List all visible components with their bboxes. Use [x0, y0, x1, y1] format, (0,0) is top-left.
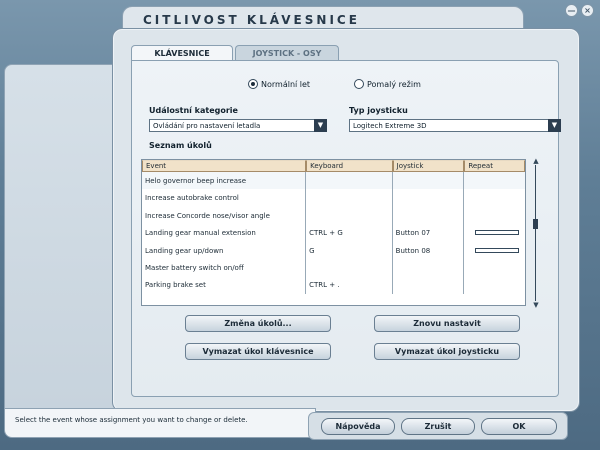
- joystick-type-select[interactable]: Logitech Extreme 3D ▼: [349, 119, 561, 132]
- clear-keyboard-task-button[interactable]: Vymazat úkol klávesnice: [185, 343, 331, 360]
- slow-mode-label: Pomalý režim: [367, 79, 421, 89]
- repeat-cell: [464, 189, 525, 206]
- scroll-down-icon[interactable]: ▼: [532, 301, 540, 309]
- column-keyboard[interactable]: Keyboard: [306, 160, 393, 172]
- keyboard-cell: CTRL + G: [306, 224, 393, 242]
- keyboard-panel: Normální let Pomalý režim Událostní kate…: [131, 60, 561, 397]
- ok-button[interactable]: OK: [481, 418, 557, 435]
- table-body: Helo governor beep increase Increase auto…: [142, 172, 525, 294]
- chevron-down-icon[interactable]: ▼: [314, 119, 327, 132]
- normal-flight-radio[interactable]: Normální let: [248, 79, 310, 89]
- keyboard-cell: [306, 206, 393, 225]
- table-row[interactable]: Landing gear up/down G Button 08: [142, 241, 525, 259]
- joystick-cell: Button 07: [393, 224, 465, 242]
- column-joystick[interactable]: Joystick: [392, 160, 465, 172]
- table-scrollbar[interactable]: ▲ ▼: [532, 157, 540, 309]
- table-row[interactable]: Increase Concorde nose/visor angle: [142, 206, 525, 225]
- event-cell: Increase Concorde nose/visor angle: [142, 206, 307, 225]
- event-cell: Helo governor beep increase: [142, 172, 307, 190]
- repeat-cell: [464, 172, 525, 189]
- keyboard-cell: [306, 172, 393, 190]
- radio-dot: [354, 79, 364, 89]
- scroll-track: [535, 165, 536, 301]
- help-button[interactable]: Nápověda: [321, 418, 395, 435]
- joystick-cell: [393, 206, 465, 225]
- repeat-slider[interactable]: [475, 230, 520, 236]
- event-cell: Landing gear manual extension: [142, 224, 307, 242]
- repeat-cell: [464, 276, 525, 293]
- joystick-cell: [393, 276, 465, 294]
- table-row[interactable]: Landing gear manual extension CTRL + G But…: [142, 224, 525, 242]
- repeat-cell: [464, 259, 525, 276]
- table-row[interactable]: Parking brake set CTRL + .: [142, 276, 525, 294]
- keyboard-sensitivity-dialog: KLÁVESNICE JOYSTICK - OSY Normální let P…: [112, 28, 580, 412]
- reset-button[interactable]: Znovu nastavit: [374, 315, 520, 332]
- status-text: Select the event whose assignment you wa…: [15, 416, 248, 424]
- event-cell: Master battery switch on/off: [142, 258, 307, 277]
- repeat-slider[interactable]: [475, 247, 520, 253]
- category-label: Událostní kategorie: [149, 106, 238, 115]
- table-row[interactable]: Master battery switch on/off: [142, 258, 525, 277]
- joystick-type-value: Logitech Extreme 3D: [353, 122, 427, 130]
- category-select[interactable]: Ovládání pro nastavení letadla ▼: [149, 119, 327, 132]
- joystick-cell: [393, 172, 465, 190]
- cancel-button[interactable]: Zrušit: [401, 418, 475, 435]
- joystick-cell: [393, 258, 465, 277]
- repeat-cell: [464, 242, 525, 259]
- table-header: Event Keyboard Joystick Repeat: [142, 160, 525, 172]
- repeat-cell: [464, 224, 525, 241]
- repeat-cell: [464, 207, 525, 224]
- change-task-button[interactable]: Změna úkolů...: [185, 315, 331, 332]
- event-cell: Parking brake set: [142, 276, 307, 294]
- category-value: Ovládání pro nastavení letadla: [153, 122, 261, 130]
- task-list-label: Seznam úkolů: [149, 141, 212, 150]
- tab-joystick-axes[interactable]: JOYSTICK - OSY: [235, 45, 339, 61]
- chevron-down-icon[interactable]: ▼: [548, 119, 561, 132]
- keyboard-cell: CTRL + .: [306, 276, 393, 294]
- joystick-cell: [393, 189, 465, 207]
- keyboard-cell: [306, 258, 393, 277]
- window-controls: — ×: [565, 4, 594, 17]
- joystick-type-label: Typ joysticku: [349, 106, 408, 115]
- clear-joystick-task-button[interactable]: Vymazat úkol joysticku: [374, 343, 520, 360]
- slow-mode-radio[interactable]: Pomalý režim: [354, 79, 421, 89]
- keyboard-cell: [306, 189, 393, 207]
- tab-bar: KLÁVESNICE JOYSTICK - OSY: [131, 45, 341, 61]
- radio-dot-selected: [248, 79, 258, 89]
- normal-flight-label: Normální let: [261, 79, 311, 89]
- scroll-up-icon[interactable]: ▲: [532, 157, 540, 165]
- footer-bar: Nápověda Zrušit OK: [308, 412, 568, 440]
- tab-keyboard[interactable]: KLÁVESNICE: [131, 45, 233, 61]
- scroll-thumb[interactable]: [533, 219, 538, 229]
- joystick-cell: Button 08: [393, 241, 465, 259]
- keyboard-cell: G: [306, 241, 393, 259]
- event-cell: Increase autobrake control: [142, 189, 307, 207]
- column-event[interactable]: Event: [142, 160, 307, 172]
- table-row[interactable]: Increase autobrake control: [142, 189, 525, 207]
- table-row[interactable]: Helo governor beep increase: [142, 172, 525, 190]
- minimize-icon[interactable]: —: [565, 4, 578, 17]
- column-repeat[interactable]: Repeat: [464, 160, 525, 172]
- status-bar: Select the event whose assignment you wa…: [4, 408, 316, 438]
- close-icon[interactable]: ×: [581, 4, 594, 17]
- event-cell: Landing gear up/down: [142, 241, 307, 259]
- task-table: Event Keyboard Joystick Repeat Helo gove…: [141, 159, 526, 306]
